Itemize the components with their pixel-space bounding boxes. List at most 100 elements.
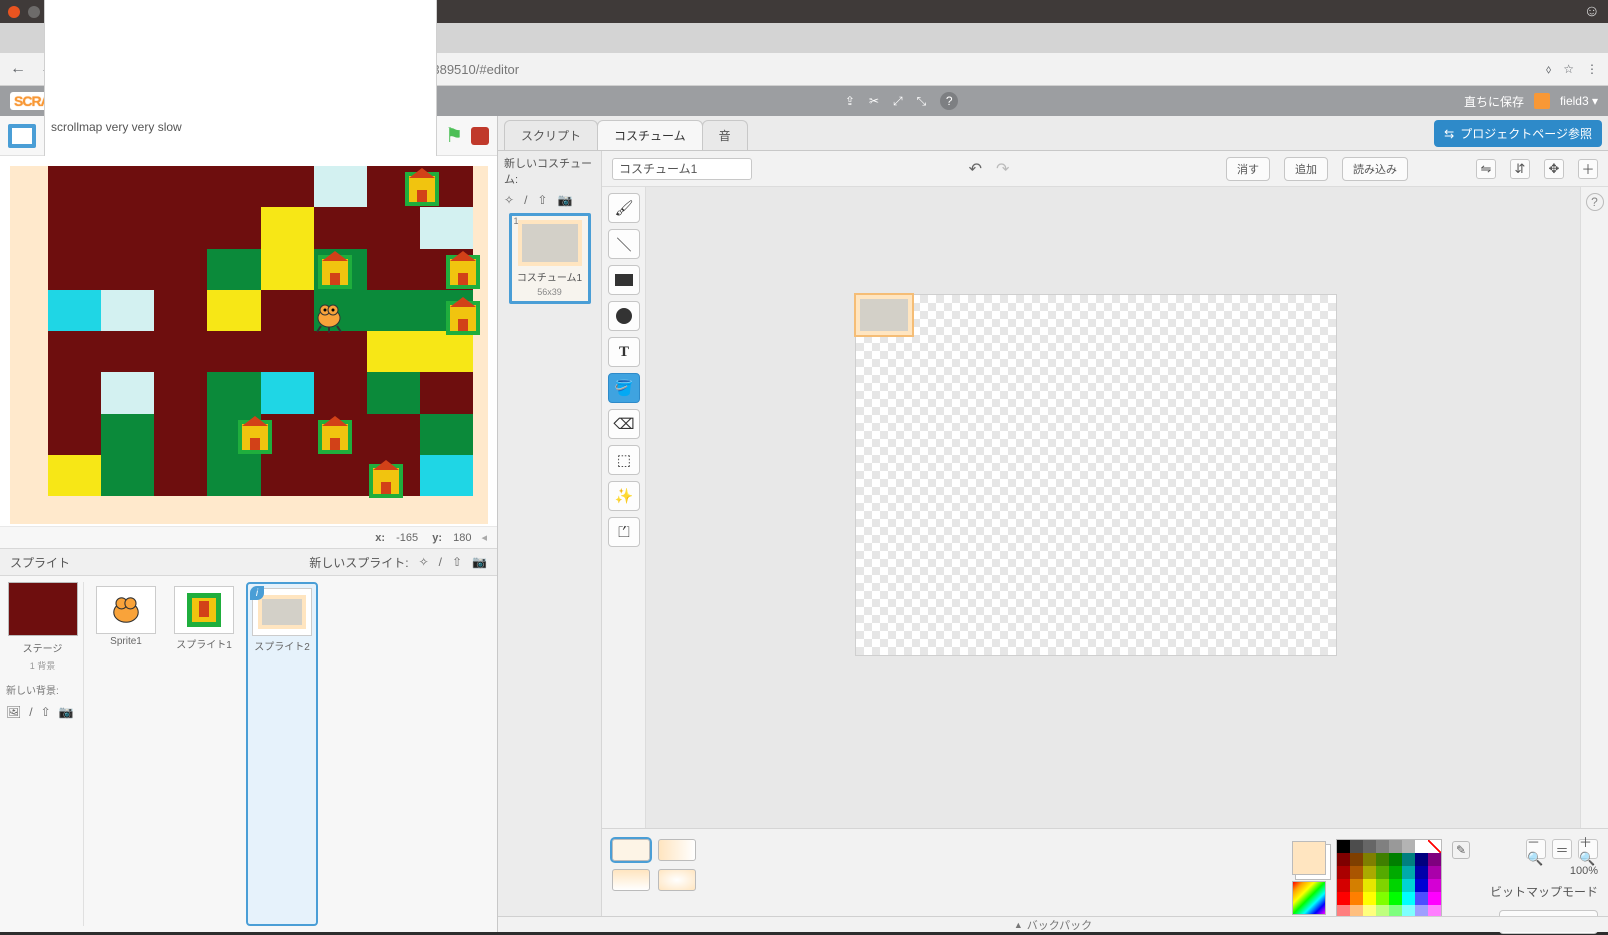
delete-icon[interactable]: ✂ <box>869 94 879 108</box>
bookmark-icon[interactable]: ☆ <box>1563 62 1574 76</box>
palette-swatch[interactable] <box>1428 840 1441 853</box>
green-flag-icon[interactable]: ⚑ <box>445 123 463 148</box>
palette-swatch[interactable] <box>1415 840 1428 853</box>
fill-solid-swatch[interactable] <box>612 839 650 861</box>
brush-tool-icon[interactable]: 🖌 <box>608 193 640 223</box>
stop-button[interactable] <box>471 127 489 145</box>
camera-backdrop-icon[interactable]: 📷 <box>59 705 74 719</box>
scratch-cat-sprite[interactable] <box>311 298 347 334</box>
palette-swatch[interactable] <box>1415 866 1428 879</box>
palette-swatch[interactable] <box>1337 879 1350 892</box>
palette-swatch[interactable] <box>1350 866 1363 879</box>
house-sprite[interactable] <box>238 420 272 454</box>
import-button[interactable]: 読み込み <box>1342 157 1408 181</box>
tab-costumes[interactable]: コスチューム <box>597 120 703 150</box>
paint-costume-icon[interactable]: / <box>524 193 527 207</box>
redo-icon[interactable]: ↷ <box>996 159 1009 179</box>
zoom-out-icon[interactable]: －🔍 <box>1526 839 1546 859</box>
camera-sprite-icon[interactable]: 📷 <box>472 555 487 569</box>
sprite-item-sprite-jp1[interactable]: スプライト1 <box>168 582 240 926</box>
paint-backdrop-icon[interactable]: / <box>29 705 32 719</box>
rect-tool-icon[interactable] <box>608 265 640 295</box>
line-tool-icon[interactable]: ＼ <box>608 229 640 259</box>
ellipse-tool-icon[interactable] <box>608 301 640 331</box>
zoom-reset-icon[interactable]: ＝ <box>1552 839 1572 859</box>
color-palette[interactable] <box>1336 839 1442 919</box>
camera-costume-icon[interactable]: 📷 <box>557 193 572 207</box>
paint-canvas-area[interactable] <box>646 187 1580 828</box>
fill-radial-swatch[interactable] <box>658 869 696 891</box>
choose-sprite-icon[interactable]: ✧ <box>419 555 429 569</box>
back-icon[interactable]: ← <box>10 60 26 78</box>
palette-swatch[interactable] <box>1350 892 1363 905</box>
current-color-swatch[interactable] <box>1292 841 1326 875</box>
add-button[interactable]: 追加 <box>1284 157 1328 181</box>
zoom-in-icon[interactable]: ＋🔍 <box>1578 839 1598 859</box>
text-tool-icon[interactable]: T <box>608 337 640 367</box>
wand-tool-icon[interactable]: ✨ <box>608 481 640 511</box>
palette-swatch[interactable] <box>1337 853 1350 866</box>
clear-button[interactable]: 消す <box>1226 157 1270 181</box>
palette-swatch[interactable] <box>1402 866 1415 879</box>
palette-swatch[interactable] <box>1337 892 1350 905</box>
palette-swatch[interactable] <box>1428 866 1441 879</box>
palette-swatch[interactable] <box>1402 840 1415 853</box>
fill-hgrad-swatch[interactable] <box>658 839 696 861</box>
palette-swatch[interactable] <box>1428 879 1441 892</box>
house-sprite[interactable] <box>405 172 439 206</box>
sprite-item-sprite-jp2[interactable]: i スプライト2 <box>246 582 318 926</box>
palette-swatch[interactable] <box>1376 866 1389 879</box>
grow-icon[interactable]: ⤢ <box>893 94 903 109</box>
flip-v-icon[interactable]: ⇵ <box>1510 159 1530 179</box>
palette-swatch[interactable] <box>1363 879 1376 892</box>
palette-swatch[interactable] <box>1428 892 1441 905</box>
palette-swatch[interactable] <box>1350 879 1363 892</box>
color-gradient-picker[interactable] <box>1292 881 1326 915</box>
palette-swatch[interactable] <box>1337 840 1350 853</box>
choose-backdrop-icon[interactable]: 🖼 <box>6 705 21 719</box>
flip-h-icon[interactable]: ⇋ <box>1476 159 1496 179</box>
backpack-bar[interactable]: ▲ バックパック <box>498 916 1608 932</box>
save-now-button[interactable]: 直ちに保存 <box>1464 93 1524 110</box>
tab-sounds[interactable]: 音 <box>702 120 748 150</box>
palette-swatch[interactable] <box>1363 853 1376 866</box>
palette-swatch[interactable] <box>1402 892 1415 905</box>
center-icon[interactable]: ✥ <box>1544 159 1564 179</box>
chrome-menu-icon[interactable]: ⋮ <box>1586 62 1598 76</box>
fill-vgrad-swatch[interactable] <box>612 869 650 891</box>
house-sprite[interactable] <box>446 301 480 335</box>
house-sprite[interactable] <box>369 464 403 498</box>
stamp-tool-icon[interactable]: ⏍ <box>608 517 640 547</box>
upload-costume-icon[interactable]: ⇧ <box>537 193 547 207</box>
palette-swatch[interactable] <box>1402 853 1415 866</box>
tab-scripts[interactable]: スクリプト <box>504 120 598 150</box>
site-info-icon[interactable]: ⬨ <box>1546 62 1551 77</box>
house-sprite[interactable] <box>318 255 352 289</box>
sprite-item-sprite1[interactable]: Sprite1 <box>90 582 162 926</box>
palette-swatch[interactable] <box>1415 879 1428 892</box>
palette-swatch[interactable] <box>1415 892 1428 905</box>
palette-swatch[interactable] <box>1389 866 1402 879</box>
help-icon[interactable]: ? <box>940 92 958 110</box>
palette-swatch[interactable] <box>1363 866 1376 879</box>
user-menu[interactable]: field3 ▾ <box>1560 94 1598 108</box>
stage-canvas[interactable] <box>10 166 488 524</box>
palette-swatch[interactable] <box>1389 840 1402 853</box>
duplicate-icon[interactable]: ⇪ <box>845 94 855 108</box>
palette-swatch[interactable] <box>1389 892 1402 905</box>
undo-icon[interactable]: ↶ <box>969 159 982 179</box>
editor-help-icon[interactable]: ? <box>1586 193 1604 211</box>
house-sprite[interactable] <box>446 255 480 289</box>
upload-backdrop-icon[interactable]: ⇧ <box>41 705 51 719</box>
user-avatar-icon[interactable] <box>1534 93 1550 109</box>
palette-swatch[interactable] <box>1389 853 1402 866</box>
palette-swatch[interactable] <box>1376 892 1389 905</box>
paint-sprite-icon[interactable]: / <box>439 555 442 569</box>
palette-swatch[interactable] <box>1363 840 1376 853</box>
house-sprite[interactable] <box>318 420 352 454</box>
palette-swatch[interactable] <box>1402 879 1415 892</box>
palette-swatch[interactable] <box>1428 853 1441 866</box>
palette-swatch[interactable] <box>1363 892 1376 905</box>
coords-collapse-icon[interactable]: ◂ <box>481 531 487 544</box>
shrink-icon[interactable]: ⤡ <box>917 94 927 109</box>
